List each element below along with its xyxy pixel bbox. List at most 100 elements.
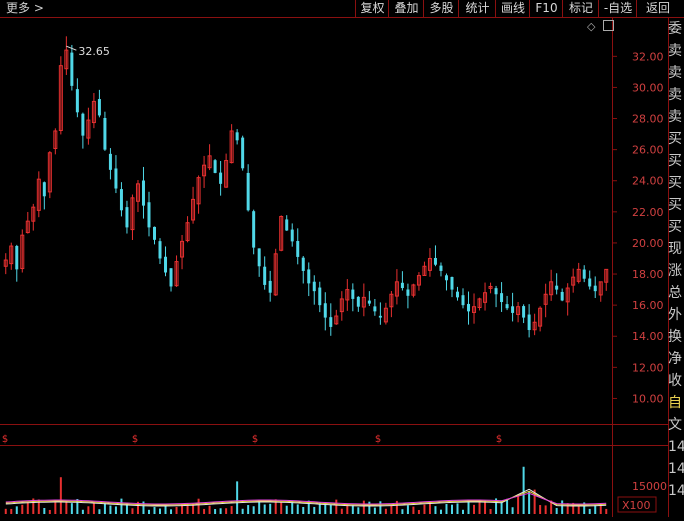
side-panel-item[interactable]: 卖 bbox=[668, 40, 684, 62]
candle-body bbox=[75, 89, 79, 113]
candle-body bbox=[461, 295, 465, 306]
side-panel-item[interactable]: 14 bbox=[668, 436, 684, 458]
candle-body bbox=[323, 303, 327, 318]
toolbar-button-0[interactable]: 复权 bbox=[355, 0, 389, 17]
y-tick-label: 20.00 bbox=[632, 237, 664, 250]
more-menu-button[interactable]: 更多 > bbox=[6, 0, 44, 17]
candle-body bbox=[505, 304, 509, 309]
candle-body bbox=[241, 137, 245, 169]
volume-ma-white bbox=[5, 488, 607, 507]
side-panel-item[interactable]: 14 bbox=[668, 480, 684, 500]
y-tick-label: 28.00 bbox=[632, 113, 664, 126]
candle-body bbox=[103, 117, 107, 150]
volume-tick-label: 15000 bbox=[632, 480, 667, 493]
candle-body bbox=[81, 113, 85, 136]
candle-body bbox=[367, 300, 371, 304]
toolbar-button-6[interactable]: 标记 bbox=[562, 0, 599, 17]
candle-body bbox=[70, 52, 74, 86]
candle-body bbox=[511, 306, 515, 313]
side-panel-item[interactable]: 卖 bbox=[668, 106, 684, 128]
candle-body bbox=[555, 285, 559, 290]
candle-body bbox=[147, 202, 151, 228]
side-panel-item[interactable]: 外 bbox=[668, 304, 684, 326]
candle-body bbox=[500, 293, 504, 303]
side-panel-item[interactable]: 买 bbox=[668, 216, 684, 238]
side-panel-item[interactable]: 委 bbox=[668, 18, 684, 40]
candle-body bbox=[406, 289, 410, 296]
candle-body bbox=[444, 275, 448, 281]
candle-body bbox=[213, 160, 217, 173]
candle-body bbox=[301, 257, 305, 271]
y-tick-label: 32.00 bbox=[632, 50, 664, 63]
side-panel-item[interactable]: 买 bbox=[668, 172, 684, 194]
event-marker: $ bbox=[375, 434, 381, 445]
toolbar-button-1[interactable]: 叠加 bbox=[388, 0, 424, 17]
side-panel-item[interactable]: 现 bbox=[668, 238, 684, 260]
candle-body bbox=[252, 211, 256, 248]
toolbar-button-5[interactable]: F10 bbox=[529, 0, 563, 17]
event-marker: $ bbox=[2, 434, 8, 445]
volume-unit-label: X100 bbox=[622, 499, 651, 512]
candle-body bbox=[257, 248, 261, 267]
diamond-icon[interactable]: ◇ bbox=[587, 20, 595, 33]
side-panel-item[interactable]: 自 bbox=[668, 392, 684, 414]
side-panel-item[interactable]: 买 bbox=[668, 128, 684, 150]
side-panel-item[interactable]: 文 bbox=[668, 414, 684, 436]
candle-body bbox=[164, 256, 168, 273]
quote-side-panel: 委卖卖卖卖买买买买买现涨总外换净收自文 14 14 14 bbox=[668, 18, 684, 500]
side-panel-item[interactable]: 换 bbox=[668, 326, 684, 348]
candle-body bbox=[42, 182, 46, 197]
side-panel-item[interactable]: 卖 bbox=[668, 62, 684, 84]
candle-body bbox=[119, 189, 123, 211]
candle-body bbox=[125, 207, 129, 228]
candle-body bbox=[153, 226, 156, 240]
high-marker-label: 32.65 bbox=[78, 45, 110, 58]
toolbar-button-2[interactable]: 多股 bbox=[423, 0, 459, 17]
candle-body bbox=[285, 219, 289, 231]
kline-chart[interactable]: 32.00 30.00 28.00 26.00 24.00 22.00 20.00 18.00… bbox=[0, 17, 684, 517]
toolbar-button-3[interactable]: 统计 bbox=[458, 0, 496, 17]
side-panel-item[interactable]: 总 bbox=[668, 282, 684, 304]
chart-canvas: 32.00 30.00 28.00 26.00 24.00 22.00 20.00 18.00… bbox=[0, 17, 669, 517]
toolbar-button-4[interactable]: 画线 bbox=[495, 0, 530, 17]
candle-body bbox=[169, 268, 173, 287]
y-tick-label: 26.00 bbox=[632, 144, 664, 157]
toolbar-button-8[interactable]: 返回 bbox=[636, 0, 679, 17]
candle-body bbox=[433, 257, 437, 265]
side-panel-item[interactable]: 净 bbox=[668, 348, 684, 370]
y-tick-label: 14.00 bbox=[632, 330, 664, 343]
candle-body bbox=[307, 269, 311, 284]
candle-body bbox=[114, 168, 118, 189]
y-tick-label: 22.00 bbox=[632, 206, 664, 219]
side-panel-item[interactable]: 收 bbox=[668, 370, 684, 392]
candle-body bbox=[246, 172, 250, 211]
side-panel-item[interactable]: 14 bbox=[668, 458, 684, 480]
side-panel-item[interactable]: 涨 bbox=[668, 260, 684, 282]
candle-body bbox=[400, 282, 404, 289]
candle-body bbox=[439, 265, 443, 271]
y-tick-label: 30.00 bbox=[632, 81, 664, 94]
candle-body bbox=[329, 317, 333, 327]
candle-body bbox=[158, 241, 162, 259]
event-marker: $ bbox=[132, 434, 138, 445]
candle-body bbox=[263, 266, 267, 285]
candle-body bbox=[356, 296, 360, 307]
y-tick-label: 16.00 bbox=[632, 299, 664, 312]
candle-body bbox=[312, 281, 316, 292]
candle-body bbox=[268, 280, 272, 293]
side-panel-item[interactable]: 卖 bbox=[668, 84, 684, 106]
side-panel-item[interactable]: 买 bbox=[668, 194, 684, 216]
candle-body bbox=[351, 289, 355, 299]
candle-body bbox=[560, 291, 564, 301]
candle-body bbox=[527, 314, 531, 331]
candle-body bbox=[522, 306, 526, 318]
settings-icon[interactable] bbox=[603, 20, 614, 31]
candle-body bbox=[582, 269, 586, 279]
toolbar-button-7[interactable]: -自选 bbox=[598, 0, 637, 17]
candle-body bbox=[467, 303, 471, 312]
candle-body bbox=[296, 241, 300, 257]
side-panel-item[interactable]: 买 bbox=[668, 150, 684, 172]
candle-body bbox=[97, 99, 101, 116]
candle-body bbox=[593, 285, 597, 292]
y-tick-label: 24.00 bbox=[632, 175, 664, 188]
